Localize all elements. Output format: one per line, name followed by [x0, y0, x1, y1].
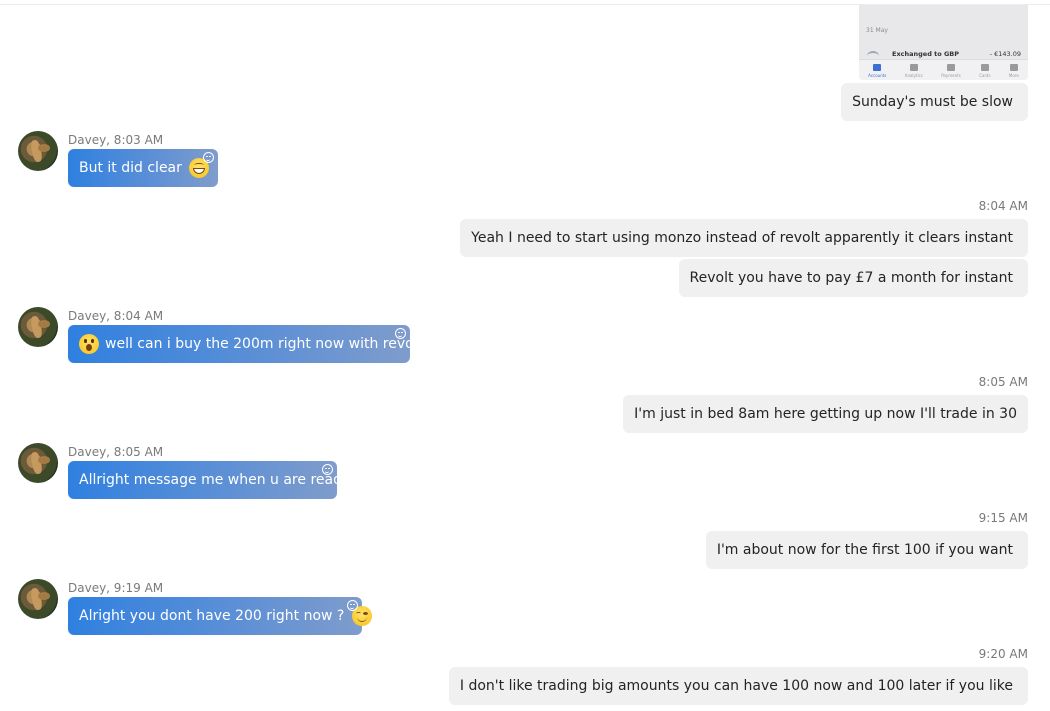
outgoing-message[interactable]: I'm about now for the first 100 if you w…	[705, 531, 1028, 569]
screenshot-date: 31 May	[866, 27, 888, 34]
message-text: I'm about now for the first 100 if you w…	[716, 542, 1013, 558]
message-text: Alright you dont have 200 right now ?	[79, 608, 345, 624]
nav-accounts: Accounts	[868, 64, 886, 80]
nav-payments: Payments	[941, 64, 961, 80]
avatar[interactable]	[18, 443, 58, 483]
smiley-react-icon[interactable]	[395, 328, 406, 339]
incoming-message[interactable]: well can i buy the 200m right now with r…	[68, 325, 435, 363]
message-text: well can i buy the 200m right now with r…	[105, 336, 435, 352]
avatar[interactable]	[18, 131, 58, 171]
message-timestamp: 9:20 AM	[978, 647, 1028, 661]
cards-icon	[980, 64, 989, 71]
nav-analytics: Analytics	[905, 64, 923, 80]
message-timestamp: 9:15 AM	[978, 511, 1028, 525]
outgoing-message[interactable]: Revolt you have to pay £7 a month for in…	[678, 259, 1028, 297]
avatar[interactable]	[18, 579, 58, 619]
message-text: I don't like trading big amounts you can…	[459, 678, 1013, 694]
message-text: But it did clear	[79, 160, 182, 176]
message-text: Sunday's must be slow	[852, 94, 1013, 110]
nav-more: More	[1009, 64, 1019, 80]
sender-meta: Davey, 8:04 AM	[68, 309, 164, 323]
smiley-react-icon[interactable]	[203, 152, 214, 163]
message-text: Yeah I need to start using monzo instead…	[471, 230, 1013, 246]
outgoing-message[interactable]: Yeah I need to start using monzo instead…	[460, 219, 1028, 257]
smiley-react-icon[interactable]	[347, 600, 358, 611]
sender-meta: Davey, 8:05 AM	[68, 445, 164, 459]
outgoing-message[interactable]: I'm just in bed 8am here getting up now …	[623, 395, 1028, 433]
sender-meta: Davey, 8:03 AM	[68, 133, 164, 147]
outgoing-message[interactable]: Sunday's must be slow	[841, 83, 1028, 121]
sender-meta: Davey, 9:19 AM	[68, 581, 164, 595]
incoming-message[interactable]: Allright message me when u are ready	[68, 461, 350, 499]
message-text: I'm just in bed 8am here getting up now …	[634, 406, 1017, 422]
message-text: Revolt you have to pay £7 a month for in…	[689, 270, 1013, 286]
accounts-icon	[873, 64, 882, 71]
incoming-message[interactable]: Alright you dont have 200 right now ?	[68, 597, 372, 635]
avatar[interactable]	[18, 307, 58, 347]
astonished-emoji-icon	[79, 334, 99, 354]
message-timestamp: 8:05 AM	[978, 375, 1028, 389]
screenshot-bottom-nav: Accounts Analytics Payments Cards More	[859, 59, 1028, 80]
screenshot-row-label: Exchanged to GBP	[892, 50, 959, 58]
analytics-icon	[909, 64, 918, 71]
smiley-react-icon[interactable]	[322, 464, 333, 475]
incoming-message[interactable]: But it did clear	[68, 149, 218, 187]
screenshot-row-amount: - €143.09	[989, 50, 1021, 58]
payments-icon	[946, 64, 955, 71]
more-icon	[1009, 64, 1018, 71]
message-timestamp: 8:04 AM	[978, 199, 1028, 213]
outgoing-message[interactable]: I don't like trading big amounts you can…	[448, 667, 1028, 705]
message-text: Allright message me when u are ready	[79, 472, 351, 488]
attached-screenshot-image[interactable]: 31 May Exchanged to GBP - €143.09 2 Acco…	[859, 5, 1028, 80]
nav-cards: Cards	[979, 64, 991, 80]
